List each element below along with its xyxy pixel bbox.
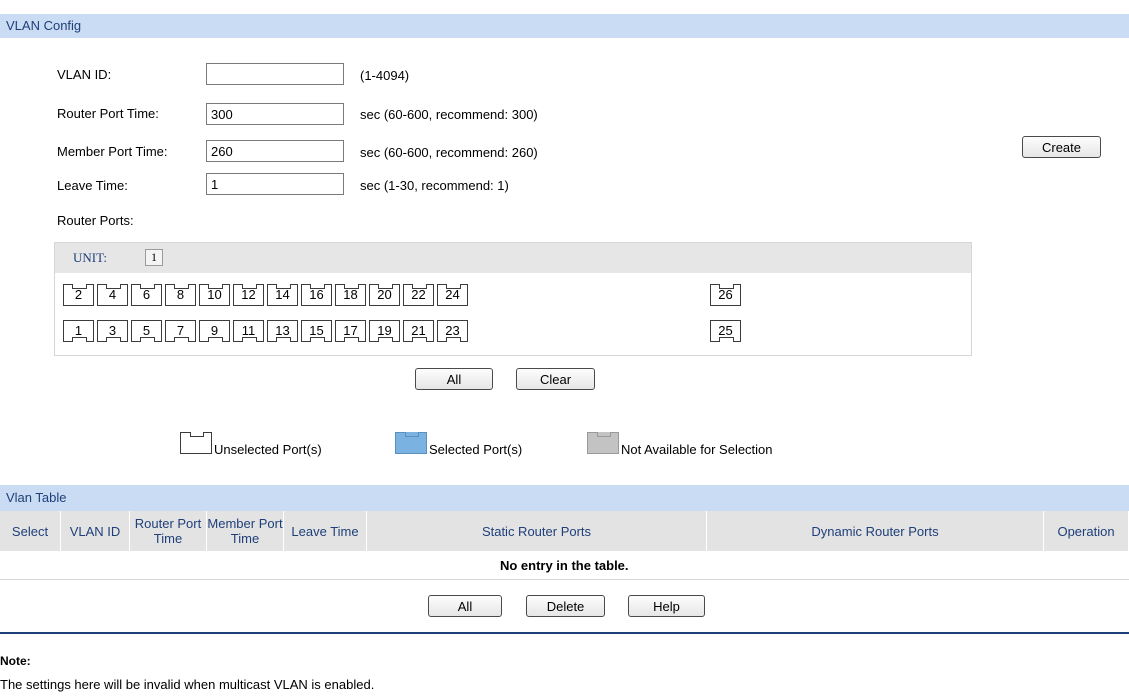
port-number: 1: [74, 323, 83, 338]
leave-time-label: Leave Time:: [57, 178, 128, 193]
port-17[interactable]: 17: [335, 320, 366, 342]
col-select: Select: [0, 511, 61, 551]
vlan-id-label: VLAN ID:: [57, 67, 112, 82]
port-3[interactable]: 3: [97, 320, 128, 342]
col-static-router-ports: Static Router Ports: [366, 511, 707, 551]
select-all-entries-button[interactable]: All: [428, 595, 502, 617]
vlan-id-hint: (1-4094): [360, 68, 410, 83]
col-router-port-time: Router Port Time: [129, 511, 207, 551]
port-number: 16: [309, 287, 324, 302]
router-ports-label: Router Ports:: [57, 213, 134, 228]
create-button[interactable]: Create: [1022, 136, 1101, 158]
leave-time-hint: sec (1-30, recommend: 1): [360, 178, 509, 193]
port-13[interactable]: 13: [267, 320, 298, 342]
port-20[interactable]: 20: [369, 284, 400, 306]
port-14[interactable]: 14: [267, 284, 298, 306]
member-port-time-input[interactable]: [206, 140, 344, 162]
port-24[interactable]: 24: [437, 284, 468, 306]
port-7[interactable]: 7: [165, 320, 196, 342]
leave-time-input[interactable]: [206, 173, 344, 195]
port-number: 25: [718, 323, 733, 338]
port-21[interactable]: 21: [403, 320, 434, 342]
table-row: No entry in the table.: [0, 551, 1129, 580]
port-18[interactable]: 18: [335, 284, 366, 306]
empty-table-message: No entry in the table.: [0, 551, 1129, 580]
port-23[interactable]: 23: [437, 320, 468, 342]
note-title: Note:: [0, 654, 31, 668]
vlan-table: Select VLAN ID Router Port Time Member P…: [0, 511, 1129, 580]
selected-port-icon: [395, 432, 427, 454]
port-number: 14: [275, 287, 290, 302]
divider: [0, 632, 1129, 634]
router-ports-panel: UNIT: 1 2 4 6 8 10 12 14 16 18 20 22 24 1 3 5 7 9 11 13 15…: [54, 242, 972, 356]
col-leave-time: Leave Time: [283, 511, 367, 551]
port-10[interactable]: 10: [199, 284, 230, 306]
router-port-time-label: Router Port Time:: [57, 106, 159, 121]
port-5[interactable]: 5: [131, 320, 162, 342]
vlan-id-input[interactable]: [206, 63, 344, 85]
port-number: 9: [210, 323, 219, 338]
unit-header: UNIT: 1: [55, 243, 971, 273]
port-19[interactable]: 19: [369, 320, 400, 342]
port-25[interactable]: 25: [710, 320, 741, 342]
note-text: The settings here will be invalid when m…: [0, 677, 375, 692]
port-number: 22: [411, 287, 426, 302]
port-number: 7: [176, 323, 185, 338]
port-1[interactable]: 1: [63, 320, 94, 342]
port-2[interactable]: 2: [63, 284, 94, 306]
port-12[interactable]: 12: [233, 284, 264, 306]
port-number: 18: [343, 287, 358, 302]
port-number: 17: [343, 323, 358, 338]
port-6[interactable]: 6: [131, 284, 162, 306]
port-8[interactable]: 8: [165, 284, 196, 306]
vlan-config-header: VLAN Config: [0, 14, 1129, 38]
help-button[interactable]: Help: [628, 595, 705, 617]
port-number: 26: [718, 287, 733, 302]
port-number: 2: [74, 287, 83, 302]
port-number: 20: [377, 287, 392, 302]
port-number: 24: [445, 287, 460, 302]
port-number: 6: [142, 287, 151, 302]
vlan-table-header: Vlan Table: [0, 485, 1129, 511]
port-number: 4: [108, 287, 117, 302]
unselected-port-icon: [180, 432, 212, 454]
port-number: 13: [275, 323, 290, 338]
port-22[interactable]: 22: [403, 284, 434, 306]
unit-label: UNIT:: [73, 250, 108, 265]
legend-not-available-label: Not Available for Selection: [621, 442, 773, 457]
port-number: 5: [142, 323, 151, 338]
unit-selector[interactable]: 1: [145, 249, 163, 266]
port-number: 15: [309, 323, 324, 338]
port-number: 19: [377, 323, 392, 338]
port-number: 12: [241, 287, 256, 302]
legend-unselected-label: Unselected Port(s): [214, 442, 322, 457]
port-number: 21: [411, 323, 426, 338]
port-number: 8: [176, 287, 185, 302]
router-port-time-input[interactable]: [206, 103, 344, 125]
port-16[interactable]: 16: [301, 284, 332, 306]
col-member-port-time: Member Port Time: [206, 511, 284, 551]
port-number: 10: [207, 287, 222, 302]
col-operation: Operation: [1043, 511, 1129, 551]
port-number: 3: [108, 323, 117, 338]
select-all-ports-button[interactable]: All: [415, 368, 493, 390]
member-port-time-hint: sec (60-600, recommend: 260): [360, 145, 538, 160]
col-vlan-id: VLAN ID: [60, 511, 130, 551]
port-15[interactable]: 15: [301, 320, 332, 342]
port-4[interactable]: 4: [97, 284, 128, 306]
port-11[interactable]: 11: [233, 320, 264, 342]
unavailable-port-icon: [587, 432, 619, 454]
legend-selected-label: Selected Port(s): [429, 442, 523, 457]
delete-button[interactable]: Delete: [526, 595, 605, 617]
port-number: 23: [445, 323, 460, 338]
clear-ports-button[interactable]: Clear: [516, 368, 595, 390]
port-26[interactable]: 26: [710, 284, 741, 306]
member-port-time-label: Member Port Time:: [57, 144, 168, 159]
port-9[interactable]: 9: [199, 320, 230, 342]
col-dynamic-router-ports: Dynamic Router Ports: [706, 511, 1044, 551]
port-number: 11: [241, 323, 256, 338]
table-header-row: Select VLAN ID Router Port Time Member P…: [0, 511, 1129, 551]
router-port-time-hint: sec (60-600, recommend: 300): [360, 107, 538, 122]
